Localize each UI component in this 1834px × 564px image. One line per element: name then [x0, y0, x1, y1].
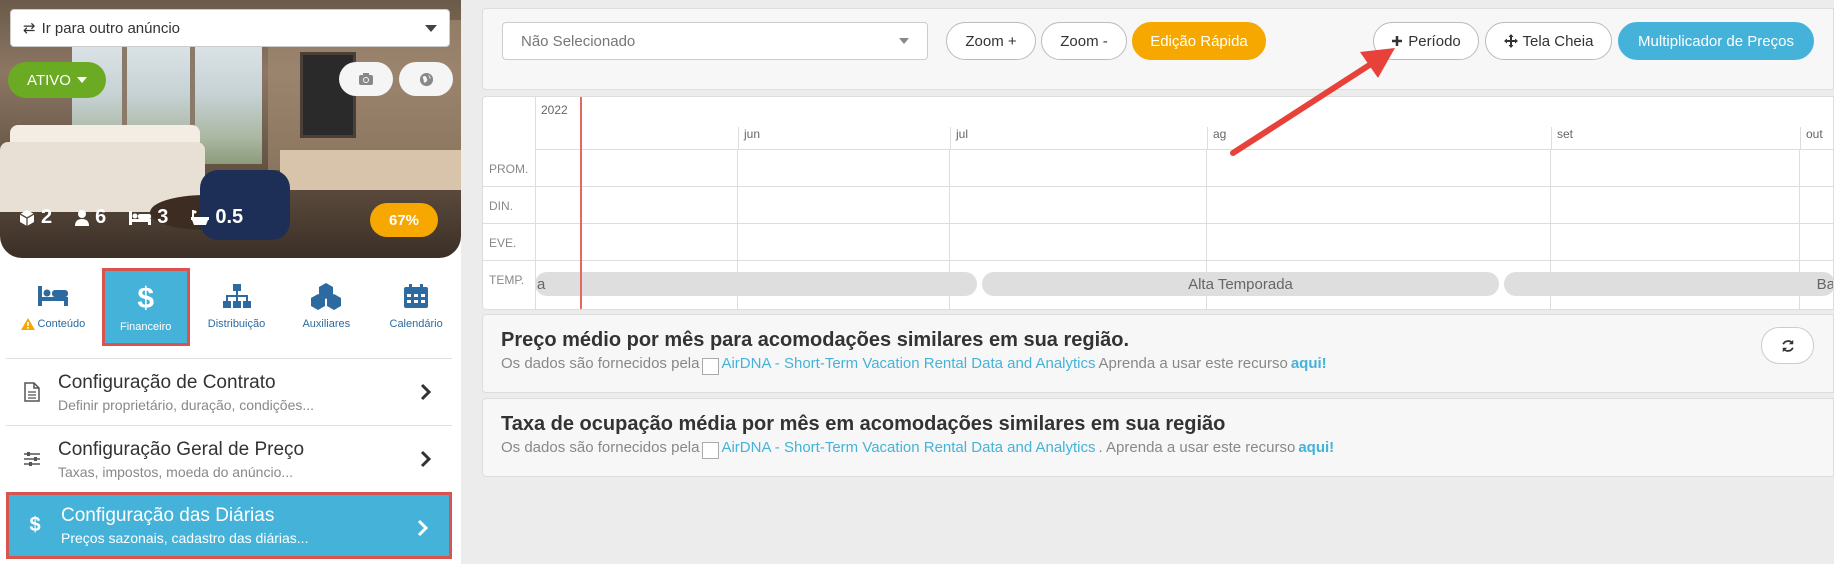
calendar-toolbar: Não Selecionado Zoom + Zoom - Edição Ráp… [482, 8, 1834, 90]
photos-button[interactable] [339, 62, 393, 96]
zoom-in-button[interactable]: Zoom + [946, 22, 1036, 60]
refresh-button[interactable] [1761, 327, 1814, 364]
month-label: out [1800, 127, 1823, 150]
listing-stats: 2 6 3 0.5 [18, 206, 243, 229]
cube-icon [19, 209, 35, 226]
financial-menu: Configuração de Contrato Definir propriet… [6, 358, 452, 559]
bathtub-icon [191, 209, 210, 225]
tab-conteudo[interactable]: Conteúdo [8, 268, 98, 348]
tab-distribuicao[interactable]: Distribuição [192, 268, 282, 348]
warning-icon [20, 318, 35, 330]
caret-down-icon [425, 24, 437, 32]
month-label: ag [1207, 127, 1226, 150]
calendar-icon [404, 284, 429, 308]
quick-edit-button[interactable]: Edição Rápida [1132, 22, 1266, 60]
menu-item-desc: Preços sazonais, cadastro das diárias... [61, 530, 309, 546]
menu-item-title: Configuração de Contrato [58, 371, 276, 393]
status-label: ATIVO [27, 71, 71, 89]
chevron-right-icon [420, 450, 432, 468]
caret-down-icon [899, 38, 909, 44]
card-title: Taxa de ocupação média por mês em acomod… [501, 413, 1226, 435]
month-label: set [1551, 127, 1573, 150]
calendar-header: jun jul ag set out [535, 97, 1833, 150]
cubes-icon [311, 283, 342, 310]
bed-icon [129, 210, 152, 225]
section-tabs: Conteúdo $ Financeiro Distribuição Auxil… [0, 268, 461, 348]
refresh-icon [1781, 339, 1794, 352]
dollar-icon: $ [137, 282, 155, 315]
avg-price-card: Preço médio por mês para acomodações sim… [482, 314, 1834, 393]
month-label: jun [738, 127, 760, 150]
filter-select[interactable]: Não Selecionado [502, 22, 928, 60]
listing-switcher[interactable]: ⇄ Ir para outro anúncio [10, 9, 450, 47]
fullscreen-button[interactable]: Tela Cheia [1485, 22, 1612, 60]
guests-count: 6 [95, 206, 107, 228]
menu-item-desc: Taxas, impostos, moeda do anúncio... [58, 463, 294, 480]
exchange-icon: ⇄ [23, 20, 36, 37]
zoom-out-button[interactable]: Zoom - [1041, 22, 1127, 60]
today-marker [580, 97, 582, 309]
season-bar[interactable]: a [535, 272, 977, 296]
filter-select-value: Não Selecionado [521, 32, 636, 50]
camera-icon [359, 73, 373, 85]
user-icon [75, 209, 90, 226]
rates-calendar: jun jul ag set out 2022 PROM. DIN. EVE. … [482, 96, 1834, 310]
airdna-link[interactable]: AirDNA - Short-Term Vacation Rental Data… [702, 439, 1096, 459]
status-dropdown[interactable]: ATIVO [8, 62, 106, 98]
globe-icon [419, 72, 433, 86]
caret-down-icon [76, 77, 87, 83]
month-label: jul [950, 127, 968, 150]
tab-calendario[interactable]: Calendário [371, 268, 461, 348]
menu-item-title: Configuração Geral de Preço [58, 438, 305, 460]
calendar-row-dynamic: DIN. [483, 187, 1833, 224]
listing-switcher-label: Ir para outro anúncio [41, 19, 180, 37]
beds-count: 3 [157, 206, 169, 228]
baths-count: 0.5 [215, 206, 244, 228]
plus-icon [1392, 36, 1403, 46]
sliders-icon [24, 452, 40, 466]
menu-item-price-config[interactable]: Configuração Geral de Preço Taxas, impost… [6, 425, 452, 492]
document-icon [24, 382, 40, 402]
broken-image-icon [702, 358, 720, 375]
help-link[interactable]: aqui! [1291, 355, 1327, 372]
dollar-icon: $ [29, 514, 41, 536]
calendar-row-promo: PROM. [483, 150, 1833, 187]
menu-item-daily-rates[interactable]: $ Configuração das Diárias Preços sazonai… [6, 492, 452, 559]
tab-auxiliares[interactable]: Auxiliares [281, 268, 371, 348]
chevron-right-icon [420, 383, 432, 401]
menu-item-desc: Definir proprietário, duração, condições… [58, 396, 315, 413]
chevron-right-icon [417, 519, 429, 537]
occupancy-badge: 67% [370, 203, 438, 237]
move-icon [1503, 34, 1518, 48]
season-bar-high[interactable]: Alta Temporada [982, 272, 1499, 296]
menu-item-title: Configuração das Diárias [61, 505, 275, 526]
calendar-year: 2022 [541, 103, 568, 117]
card-title: Preço médio por mês para acomodações sim… [501, 329, 1130, 351]
sidebar: ATIVO 2 6 3 0.5 67% ⇄ Ir para outro anún… [0, 0, 461, 564]
tab-financeiro[interactable]: $ Financeiro [101, 268, 190, 346]
map-button[interactable] [399, 62, 453, 96]
help-link[interactable]: aqui! [1298, 439, 1334, 456]
airdna-link[interactable]: AirDNA - Short-Term Vacation Rental Data… [702, 355, 1096, 375]
sitemap-icon [222, 284, 251, 308]
add-period-button[interactable]: Período [1373, 22, 1479, 60]
calendar-row-events: EVE. [483, 224, 1833, 261]
price-multiplier-button[interactable]: Multiplicador de Preços [1618, 22, 1814, 60]
broken-image-icon [702, 442, 720, 459]
menu-item-contract[interactable]: Configuração de Contrato Definir propriet… [6, 358, 452, 425]
rooms-count: 2 [41, 206, 53, 228]
occupancy-card: Taxa de ocupação média por mês em acomod… [482, 398, 1834, 477]
season-bar[interactable]: Ba [1504, 272, 1833, 296]
bed-icon [37, 286, 68, 306]
